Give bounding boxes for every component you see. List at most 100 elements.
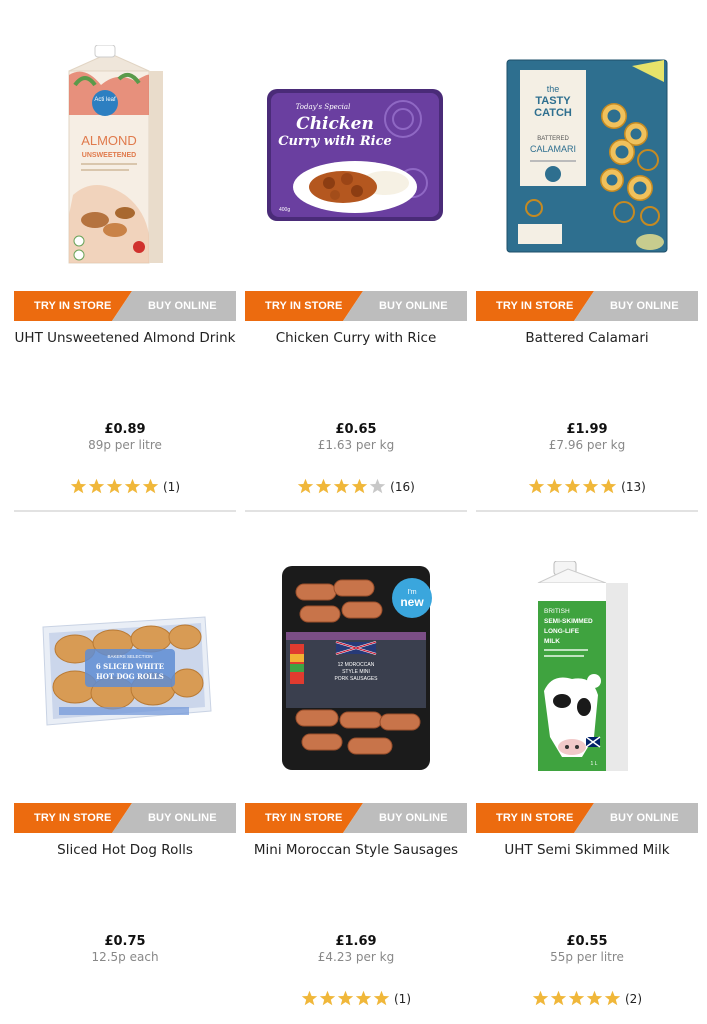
- svg-text:CALAMARI: CALAMARI: [530, 144, 576, 154]
- svg-text:LONG-LIFE: LONG-LIFE: [544, 628, 580, 635]
- unit-price: 12.5p each: [91, 950, 159, 964]
- product-name[interactable]: Chicken Curry with Rice: [245, 330, 467, 346]
- product-rating[interactable]: (1): [245, 990, 467, 1007]
- svg-text:UNSWEETENED: UNSWEETENED: [82, 152, 136, 159]
- svg-text:Curry with Rice: Curry with Rice: [278, 134, 392, 149]
- curry-ready-meal-image: Today's Special Chicken Curry with Rice …: [267, 89, 443, 221]
- product-image[interactable]: 12 MOROCCAN STYLE MINI PORK SAUSAGES I'm…: [245, 552, 467, 784]
- try-in-store-button[interactable]: TRY IN STORE: [34, 291, 111, 321]
- almond-milk-carton-image: Acti leaf ALMOND UNSWEETENED: [68, 45, 163, 264]
- product-name[interactable]: Mini Moroccan Style Sausages: [245, 842, 467, 858]
- product-card[interactable]: BRITISH SEMI-SKIMMED LONG-LIFE MILK 1 L: [476, 512, 698, 1024]
- star-filled-icon: [337, 990, 354, 1006]
- product-rating[interactable]: (16): [245, 478, 467, 495]
- product-price: £1.99: [566, 422, 608, 437]
- star-rating: [70, 478, 159, 495]
- review-count: (2): [625, 991, 642, 1006]
- review-count: (1): [394, 991, 411, 1006]
- product-card[interactable]: Today's Special Chicken Curry with Rice …: [245, 0, 467, 512]
- buy-online-button[interactable]: BUY ONLINE: [379, 291, 448, 321]
- product-rating[interactable]: (1): [14, 478, 236, 495]
- product-card[interactable]: BAKERS SELECTION 6 SLICED WHITE HOT DOG …: [14, 512, 236, 1024]
- product-name[interactable]: UHT Unsweetened Almond Drink: [14, 330, 236, 346]
- unit-price: £1.63 per kg: [317, 438, 395, 452]
- product-card[interactable]: the TASTY CATCH BATTERED CALAMARI TRY IN…: [476, 0, 698, 512]
- product-image[interactable]: Today's Special Chicken Curry with Rice …: [245, 40, 467, 272]
- svg-text:400g: 400g: [279, 207, 290, 213]
- star-filled-icon: [564, 478, 581, 494]
- sausage-tray-image: 12 MOROCCAN STYLE MINI PORK SAUSAGES I'm…: [282, 566, 432, 770]
- star-filled-icon: [586, 990, 603, 1006]
- product-card[interactable]: 12 MOROCCAN STYLE MINI PORK SAUSAGES I'm…: [245, 512, 467, 1024]
- svg-text:6 SLICED WHITE: 6 SLICED WHITE: [96, 662, 164, 671]
- try-in-store-button[interactable]: TRY IN STORE: [496, 291, 573, 321]
- svg-text:Today's Special: Today's Special: [296, 103, 351, 111]
- svg-text:CATCH: CATCH: [534, 107, 572, 119]
- star-filled-icon: [315, 478, 332, 494]
- star-filled-icon: [582, 478, 599, 494]
- star-rating: [528, 478, 617, 495]
- star-filled-icon: [88, 478, 105, 494]
- svg-text:ALMOND: ALMOND: [81, 133, 137, 148]
- star-filled-icon: [568, 990, 585, 1006]
- product-price: £1.69: [335, 934, 377, 949]
- svg-text:the: the: [547, 84, 560, 94]
- star-filled-icon: [319, 990, 336, 1006]
- product-image[interactable]: BRITISH SEMI-SKIMMED LONG-LIFE MILK 1 L: [476, 552, 698, 784]
- star-filled-icon: [124, 478, 141, 494]
- product-price: £0.75: [104, 934, 146, 949]
- star-filled-icon: [297, 478, 314, 494]
- review-count: (16): [390, 479, 415, 494]
- star-filled-icon: [70, 478, 87, 494]
- product-image[interactable]: the TASTY CATCH BATTERED CALAMARI: [476, 40, 698, 272]
- star-filled-icon: [373, 990, 390, 1006]
- review-count: (1): [163, 479, 180, 494]
- svg-text:Acti leaf: Acti leaf: [94, 97, 116, 103]
- hot-dog-rolls-bag-image: BAKERS SELECTION 6 SLICED WHITE HOT DOG …: [42, 616, 212, 726]
- buy-online-button[interactable]: BUY ONLINE: [610, 291, 679, 321]
- product-grid: Acti leaf ALMOND UNSWEETENED TRY IN STOR…: [14, 0, 698, 1024]
- unit-price: 89p per litre: [88, 438, 162, 452]
- product-card[interactable]: Acti leaf ALMOND UNSWEETENED TRY IN STOR…: [14, 0, 236, 512]
- product-price: £0.55: [566, 934, 608, 949]
- unit-price: 55p per litre: [550, 950, 624, 964]
- product-name[interactable]: Battered Calamari: [476, 330, 698, 346]
- buy-online-button[interactable]: BUY ONLINE: [148, 803, 217, 833]
- try-in-store-button[interactable]: TRY IN STORE: [265, 291, 342, 321]
- product-name[interactable]: UHT Semi Skimmed Milk: [476, 842, 698, 858]
- product-rating[interactable]: (13): [476, 478, 698, 495]
- try-in-store-button[interactable]: TRY IN STORE: [34, 803, 111, 833]
- cta-bar: TRY IN STORE BUY ONLINE: [245, 291, 467, 321]
- product-image[interactable]: BAKERS SELECTION 6 SLICED WHITE HOT DOG …: [14, 552, 236, 784]
- svg-text:new: new: [400, 595, 424, 609]
- svg-text:Chicken: Chicken: [296, 114, 374, 134]
- svg-text:STYLE MINI: STYLE MINI: [342, 669, 370, 675]
- try-in-store-button[interactable]: TRY IN STORE: [496, 803, 573, 833]
- product-rating[interactable]: (2): [476, 990, 698, 1007]
- svg-text:1 L: 1 L: [591, 761, 598, 767]
- buy-online-button[interactable]: BUY ONLINE: [148, 291, 217, 321]
- star-filled-icon: [355, 990, 372, 1006]
- star-filled-icon: [532, 990, 549, 1006]
- star-filled-icon: [528, 478, 545, 494]
- cta-bar: TRY IN STORE BUY ONLINE: [476, 803, 698, 833]
- star-empty-icon: [369, 478, 386, 494]
- cta-bar: TRY IN STORE BUY ONLINE: [14, 291, 236, 321]
- product-image[interactable]: Acti leaf ALMOND UNSWEETENED: [14, 40, 236, 272]
- star-filled-icon: [333, 478, 350, 494]
- star-filled-icon: [546, 478, 563, 494]
- cta-bar: TRY IN STORE BUY ONLINE: [476, 291, 698, 321]
- buy-online-button[interactable]: BUY ONLINE: [610, 803, 679, 833]
- star-rating: [532, 990, 621, 1007]
- review-count: (13): [621, 479, 646, 494]
- unit-price: £7.96 per kg: [548, 438, 626, 452]
- svg-text:BRITISH: BRITISH: [544, 608, 570, 615]
- cta-bar: TRY IN STORE BUY ONLINE: [245, 803, 467, 833]
- star-rating: [301, 990, 390, 1007]
- try-in-store-button[interactable]: TRY IN STORE: [265, 803, 342, 833]
- svg-text:12 MOROCCAN: 12 MOROCCAN: [338, 662, 375, 668]
- buy-online-button[interactable]: BUY ONLINE: [379, 803, 448, 833]
- svg-text:TASTY: TASTY: [535, 95, 571, 107]
- svg-text:HOT DOG ROLLS: HOT DOG ROLLS: [96, 672, 164, 681]
- product-name[interactable]: Sliced Hot Dog Rolls: [14, 842, 236, 858]
